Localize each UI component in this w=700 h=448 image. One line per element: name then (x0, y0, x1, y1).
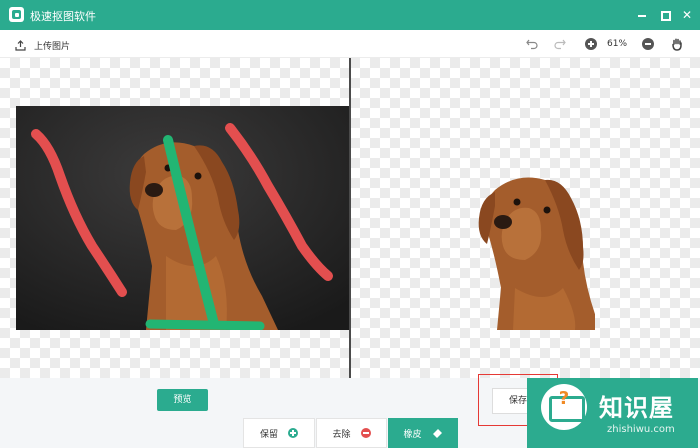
remove-label: 去除 (332, 429, 351, 440)
workspace (0, 58, 700, 378)
plus-circle-icon (288, 428, 298, 438)
zoom-out-icon[interactable] (642, 38, 654, 50)
toolbar: 上传图片 61% (0, 30, 700, 58)
minus-circle-icon (360, 428, 371, 438)
remove-tool-button[interactable]: 去除 (316, 418, 387, 448)
preview-button[interactable]: 预览 (157, 389, 208, 411)
zoom-level: 61% (607, 39, 628, 49)
upload-image-button[interactable]: 上传图片 (15, 38, 70, 52)
upload-icon (15, 39, 26, 51)
compare-divider[interactable] (349, 58, 351, 378)
hand-icon[interactable] (670, 37, 684, 51)
source-image-canvas[interactable] (16, 106, 350, 330)
monitor-question-icon: ? (541, 384, 587, 430)
maximize-button[interactable] (655, 5, 675, 25)
upload-label: 上传图片 (34, 41, 71, 52)
keep-tool-button[interactable]: 保留 (243, 418, 315, 448)
zoom-in-icon[interactable] (585, 38, 597, 50)
minimize-button[interactable] (632, 5, 652, 25)
app-title: 极速抠图软件 (30, 10, 96, 23)
eraser-label: 橡皮 (403, 429, 422, 440)
result-image (478, 177, 595, 330)
app-logo-icon (9, 7, 24, 22)
eraser-tool-button[interactable]: 橡皮 (388, 418, 458, 448)
watermark: ? 知识屋 zhishiwu.com (527, 378, 698, 448)
redo-icon[interactable] (553, 37, 567, 51)
keep-label: 保留 (259, 429, 278, 440)
title-bar: 极速抠图软件 ✕ (0, 0, 700, 30)
watermark-title: 知识屋 (599, 394, 674, 422)
close-button[interactable]: ✕ (677, 5, 697, 25)
keep-stroke-2 (145, 319, 265, 330)
eraser-icon (432, 428, 442, 438)
watermark-subtitle: zhishiwu.com (607, 424, 675, 435)
undo-icon[interactable] (525, 37, 539, 51)
